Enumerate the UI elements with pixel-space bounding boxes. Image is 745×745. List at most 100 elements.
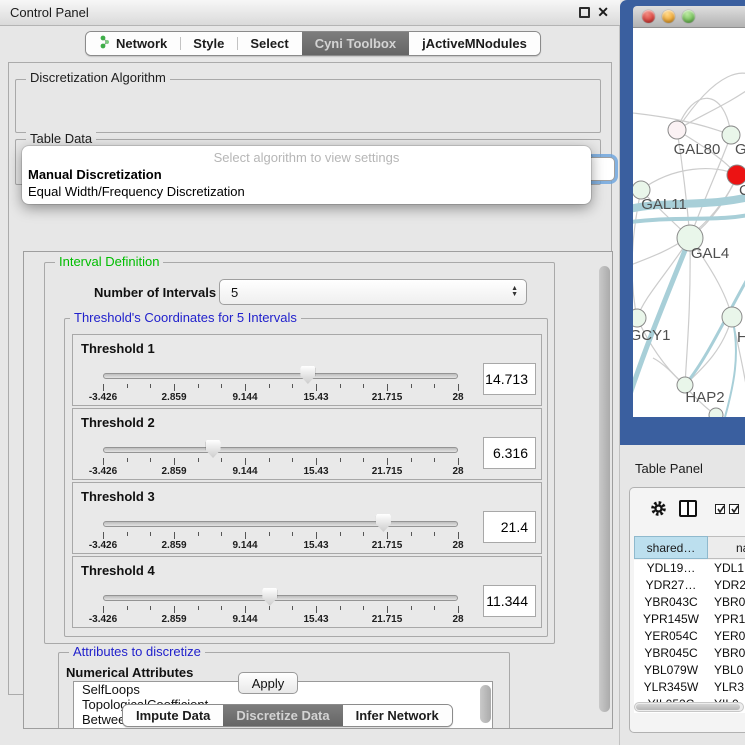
- slider-tick-label: 28: [430, 466, 486, 477]
- network-view-window: GAL80GACGAL11GAL4GCY1HHAP2: [620, 0, 745, 445]
- tab-label: Discretize Data: [236, 708, 329, 723]
- cell-shared-name: YPR145W: [634, 612, 708, 626]
- float-window-icon[interactable]: [579, 7, 590, 18]
- threshold-value-field[interactable]: [483, 511, 536, 543]
- network-canvas[interactable]: GAL80GACGAL11GAL4GCY1HHAP2: [633, 28, 745, 417]
- table-panel: shared… na YDL19…YDL1YDR27…YDR2YBR043CYB…: [629, 487, 745, 733]
- discretization-algorithm-group: Discretization Algorithm: [15, 79, 601, 133]
- slider-track[interactable]: [103, 595, 458, 601]
- table-row[interactable]: YBR043CYBR0: [634, 594, 745, 611]
- bottom-tab-impute-data[interactable]: Impute Data: [123, 705, 223, 726]
- slider-tick: [269, 606, 270, 610]
- network-graph: GAL80GACGAL11GAL4GCY1HHAP2: [633, 28, 745, 417]
- bottom-tab-infer-network[interactable]: Infer Network: [343, 705, 452, 726]
- tab-network[interactable]: Network: [86, 32, 180, 55]
- slider-tick-label: -3.426: [75, 614, 131, 625]
- dropdown-item-equal-width-frequency[interactable]: Equal Width/Frequency Discretization: [28, 184, 245, 199]
- cell-name: YER0: [714, 629, 745, 643]
- dropdown-item-manual-discretization[interactable]: Manual Discretization: [28, 167, 162, 182]
- slider-tick: [411, 606, 412, 610]
- slider-tick-label: 28: [430, 614, 486, 625]
- interval-definition-group: Interval Definition Number of Intervals …: [44, 262, 555, 644]
- network-edge[interactable]: [641, 169, 737, 190]
- slider-tick: [198, 458, 199, 462]
- threshold-label: Threshold 2: [81, 415, 155, 430]
- table-row[interactable]: YER054C YER0: [634, 628, 745, 645]
- network-node-label: GAL80: [674, 141, 721, 158]
- slider-thumb[interactable]: [376, 514, 391, 532]
- tab-cyni-toolbox[interactable]: Cyni Toolbox: [302, 32, 409, 55]
- mac-zoom-icon[interactable]: [682, 10, 695, 23]
- checkbox-icon[interactable]: [729, 504, 739, 514]
- apply-button[interactable]: Apply: [238, 672, 298, 694]
- slider-tick: [150, 458, 151, 462]
- slider-thumb[interactable]: [262, 588, 277, 606]
- slider-tick: [387, 606, 388, 613]
- network-edge[interactable]: [677, 86, 745, 130]
- table-hscrollbar[interactable]: [634, 702, 744, 712]
- mac-close-icon[interactable]: [642, 10, 655, 23]
- table-row[interactable]: YPR145WYPR1: [634, 611, 745, 628]
- table-row[interactable]: YBL079WYBL0: [634, 662, 745, 679]
- checkbox-icon[interactable]: [715, 504, 725, 514]
- table-row[interactable]: YDR27…YDR2: [634, 577, 745, 594]
- network-node-gcy1[interactable]: [633, 309, 646, 327]
- tab-style[interactable]: Style: [180, 32, 237, 55]
- slider-tick: [269, 532, 270, 536]
- list-scrollbar-thumb[interactable]: [480, 685, 491, 723]
- network-node-label: HAP2: [685, 389, 724, 406]
- slider-track[interactable]: [103, 447, 458, 453]
- slider-tick: [434, 532, 435, 536]
- cell-shared-name: YER054C: [634, 629, 708, 643]
- threshold-value-field[interactable]: [483, 437, 536, 469]
- cell-shared-name: YDR27…: [634, 578, 708, 592]
- gear-icon[interactable]: [649, 499, 668, 518]
- slider-thumb[interactable]: [206, 440, 221, 458]
- table-data-legend: Table Data: [26, 132, 96, 146]
- slider-tick: [221, 458, 222, 462]
- tab-jactivemnodules[interactable]: jActiveMNodules: [409, 32, 540, 55]
- slider-tick: [245, 384, 246, 391]
- network-edge[interactable]: [685, 238, 690, 385]
- number-of-intervals-combobox[interactable]: 5 ▲▼: [219, 279, 527, 305]
- cell-shared-name: YDL19…: [634, 561, 708, 575]
- settings-scrollbar-thumb[interactable]: [599, 266, 610, 712]
- slider-thumb[interactable]: [300, 366, 315, 384]
- slider-tick-label: 9.144: [217, 466, 273, 477]
- threshold-value-field[interactable]: [483, 363, 536, 395]
- slider-track[interactable]: [103, 521, 458, 527]
- threshold-value-field[interactable]: [483, 585, 536, 617]
- slider-tick-label: 28: [430, 540, 486, 551]
- slider-tick: [127, 458, 128, 462]
- cell-shared-name: YLR345W: [634, 680, 708, 694]
- slider-tick: [316, 458, 317, 465]
- network-node[interactable]: [709, 408, 723, 417]
- tab-label: Impute Data: [136, 708, 210, 723]
- tab-label: Infer Network: [356, 708, 439, 723]
- tab-select[interactable]: Select: [237, 32, 301, 55]
- network-node-label: C: [739, 182, 745, 199]
- network-node[interactable]: [668, 121, 686, 139]
- slider-tick-label: 15.43: [288, 614, 344, 625]
- number-of-intervals-value: 5: [231, 285, 238, 300]
- interval-definition-legend: Interval Definition: [55, 255, 163, 269]
- slider-tick: [221, 606, 222, 610]
- slider-tick: [387, 384, 388, 391]
- table-row[interactable]: YDL19…YDL1: [634, 560, 745, 577]
- network-node-h[interactable]: [722, 307, 742, 327]
- table-row[interactable]: YBR045CYBR0: [634, 645, 745, 662]
- slider-tick: [387, 458, 388, 465]
- column-header-name[interactable]: na: [708, 536, 745, 559]
- close-icon[interactable]: ✕: [597, 4, 609, 21]
- slider-tick: [269, 384, 270, 388]
- dropdown-placeholder-item[interactable]: Select algorithm to view settings: [22, 150, 591, 165]
- network-window-titlebar[interactable]: [633, 6, 745, 28]
- split-columns-icon[interactable]: [679, 500, 697, 517]
- table-hscrollbar-thumb[interactable]: [636, 704, 740, 710]
- table-row[interactable]: YLR345WYLR3: [634, 679, 745, 696]
- bottom-tab-discretize-data[interactable]: Discretize Data: [223, 705, 342, 726]
- slider-track[interactable]: [103, 373, 458, 379]
- column-header-shared-name[interactable]: shared…: [634, 536, 708, 559]
- mac-minimize-icon[interactable]: [662, 10, 675, 23]
- control-panel-tabstrip: NetworkStyleSelectCyni ToolboxjActiveMNo…: [85, 31, 541, 56]
